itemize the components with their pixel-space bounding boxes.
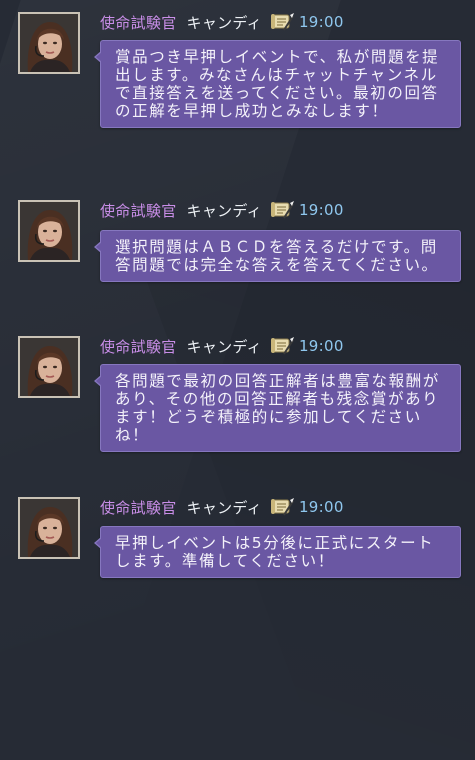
avatar[interactable] xyxy=(18,497,80,559)
message-header: 使命試験官 キャンディ 19:00 xyxy=(100,11,344,33)
sender-title: 使命試験官 xyxy=(100,201,177,220)
sender-name[interactable]: キャンディ xyxy=(187,200,262,221)
sender-name[interactable]: キャンディ xyxy=(187,497,262,518)
avatar-portrait-icon xyxy=(20,202,78,260)
avatar[interactable] xyxy=(18,12,80,74)
scroll-quill-icon xyxy=(270,497,294,517)
sender-name[interactable]: キャンディ xyxy=(187,336,262,357)
scroll-quill-icon xyxy=(270,336,294,356)
message-bubble: 選択問題はＡＢＣＤを答えるだけです。問答問題では完全な答えを答えてください。 xyxy=(94,230,461,282)
sender-name[interactable]: キャンディ xyxy=(187,12,262,33)
message-bubble: 早押しイベントは5分後に正式にスタートします。準備してください！ xyxy=(94,526,461,578)
sender-title: 使命試験官 xyxy=(100,13,177,32)
avatar[interactable] xyxy=(18,336,80,398)
sender-title: 使命試験官 xyxy=(100,498,177,517)
avatar-portrait-icon xyxy=(20,499,78,557)
message-header: 使命試験官 キャンディ 19:00 xyxy=(100,199,344,221)
message-time: 19:00 xyxy=(298,13,344,31)
message-bubble: 各問題で最初の回答正解者は豊富な報酬があり、その他の回答正解者も残念賞があります… xyxy=(94,364,461,452)
message-header: 使命試験官 キャンディ 19:00 xyxy=(100,335,344,357)
scroll-quill-icon xyxy=(270,12,294,32)
message-time: 19:00 xyxy=(298,498,344,516)
message-time: 19:00 xyxy=(298,201,344,219)
avatar-portrait-icon xyxy=(20,14,78,72)
sender-title: 使命試験官 xyxy=(100,337,177,356)
message-bubble: 賞品つき早押しイベントで、私が問題を提出します。みなさんはチャットチャンネルで直… xyxy=(94,40,461,128)
avatar[interactable] xyxy=(18,200,80,262)
message-time: 19:00 xyxy=(298,337,344,355)
scroll-quill-icon xyxy=(270,200,294,220)
message-header: 使命試験官 キャンディ 19:00 xyxy=(100,496,344,518)
avatar-portrait-icon xyxy=(20,338,78,396)
